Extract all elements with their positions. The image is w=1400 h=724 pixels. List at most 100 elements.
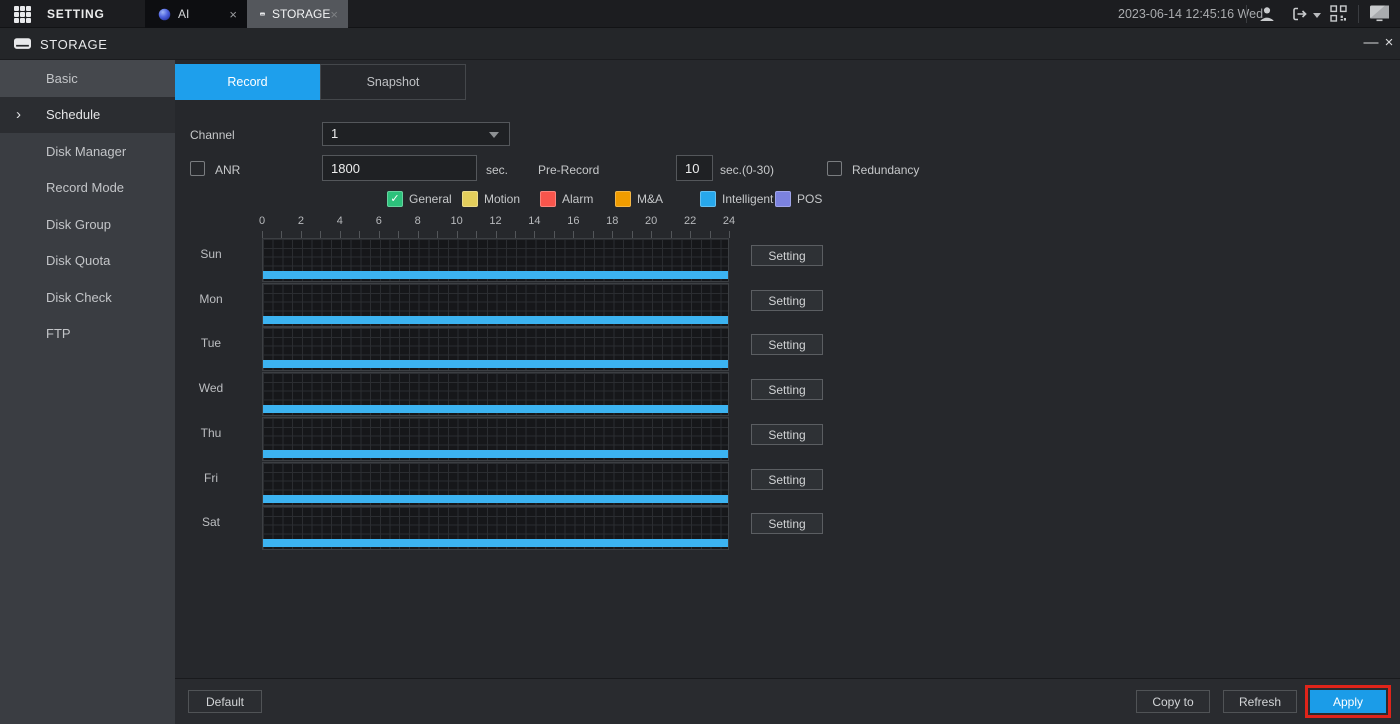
legend-item-intelligent[interactable]: Intelligent (700, 191, 773, 207)
close-button[interactable]: × (1380, 32, 1398, 54)
sidebar-item-ftp[interactable]: FTP (0, 316, 175, 353)
sidebar-item-schedule[interactable]: › Schedule (0, 96, 175, 133)
day-label-wed: Wed (198, 381, 224, 395)
tab-record[interactable]: Record (175, 64, 320, 100)
schedule-bar-intelligent[interactable] (263, 405, 728, 413)
copy-to-button[interactable]: Copy to (1136, 690, 1210, 713)
display-icon[interactable] (1369, 4, 1390, 23)
footer-bar: Default Copy to Refresh Apply (175, 678, 1400, 724)
timeline-grid-sat[interactable] (262, 506, 729, 550)
timeline-hours: 0 2 4 6 8 10 12 14 16 18 20 22 24 (258, 215, 735, 229)
legend-color-swatch[interactable] (540, 191, 556, 207)
sidebar-menu: Basic › Schedule Disk Manager Record Mode Dis… (0, 60, 175, 724)
legend-color-swatch[interactable] (462, 191, 478, 207)
legend-color-swatch[interactable] (775, 191, 791, 207)
setting-button-mon[interactable]: Setting (751, 290, 823, 311)
hour-label: 6 (375, 215, 382, 227)
hour-tick (378, 231, 380, 238)
legend-item-alarm[interactable]: Alarm (540, 191, 593, 207)
hour-label: 4 (336, 215, 343, 227)
hour-tick (651, 231, 653, 238)
setting-label: SETTING (47, 7, 105, 21)
redundancy-checkbox[interactable] (827, 161, 842, 176)
logout-icon[interactable] (1291, 5, 1309, 23)
sidebar-item-disk-quota[interactable]: Disk Quota (0, 243, 175, 280)
channel-label: Channel (190, 128, 235, 142)
anr-checkbox[interactable] (190, 161, 205, 176)
legend-item-general[interactable]: ✓ General (387, 191, 452, 207)
apply-button[interactable]: Apply (1310, 690, 1386, 713)
separator (1358, 5, 1359, 23)
legend-label: Motion (484, 192, 521, 206)
minimize-button[interactable]: — (1362, 32, 1380, 54)
sidebar-item-label: Schedule (46, 107, 101, 123)
sidebar-item-basic[interactable]: Basic (0, 60, 175, 97)
tab-storage-close-icon[interactable]: × (330, 7, 338, 22)
setting-button-sun[interactable]: Setting (751, 245, 823, 266)
setting-button-wed[interactable]: Setting (751, 379, 823, 400)
legend-item-motion[interactable]: Motion (462, 191, 520, 207)
separator (1246, 5, 1247, 23)
sidebar-item-label: Basic (46, 70, 78, 86)
sidebar-item-record-mode[interactable]: Record Mode (0, 170, 175, 207)
storage-tab-icon (260, 12, 265, 16)
sidebar-item-disk-manager[interactable]: Disk Manager (0, 133, 175, 170)
hour-tick (398, 231, 400, 238)
apply-highlight-annotation: Apply (1305, 685, 1391, 718)
channel-dropdown[interactable]: 1 (322, 122, 510, 146)
hour-label: 20 (645, 215, 658, 227)
tab-ai-close-icon[interactable]: × (229, 7, 237, 22)
anr-input[interactable] (322, 155, 477, 181)
legend-color-swatch[interactable] (615, 191, 631, 207)
timeline-grid-fri[interactable] (262, 462, 729, 506)
default-button[interactable]: Default (188, 690, 262, 713)
timeline-grid-wed[interactable] (262, 372, 729, 416)
schedule-bar-intelligent[interactable] (263, 539, 728, 547)
legend-color-swatch[interactable]: ✓ (387, 191, 403, 207)
hour-label: 0 (258, 215, 266, 227)
legend-item-manda[interactable]: M&A (615, 191, 663, 207)
hour-tick (437, 231, 439, 238)
legend-label: Alarm (562, 192, 594, 206)
hour-tick (514, 231, 516, 238)
setting-button-sat[interactable]: Setting (751, 513, 823, 534)
content-area: Record Snapshot Channel 1 ANR sec. Pre-R… (175, 60, 1400, 724)
schedule-bar-intelligent[interactable] (263, 450, 728, 458)
logout-caret-icon[interactable] (1313, 13, 1321, 18)
hour-tick (262, 231, 263, 238)
hour-tick (300, 231, 302, 238)
timeline-grid-sun[interactable] (262, 238, 729, 282)
hour-tick (495, 231, 497, 238)
tab-storage[interactable]: STORAGE × (247, 0, 348, 28)
legend-item-pos[interactable]: POS (775, 191, 822, 207)
tab-ai[interactable]: AI × (145, 0, 247, 28)
hour-tick (320, 231, 322, 238)
day-label-tue: Tue (200, 336, 222, 350)
timeline-ticks (262, 231, 730, 238)
timeline-grid-tue[interactable] (262, 327, 729, 371)
timeline-grid-thu[interactable] (262, 417, 729, 461)
pre-record-input[interactable] (676, 155, 713, 181)
setting-button-tue[interactable]: Setting (751, 334, 823, 355)
tab-snapshot[interactable]: Snapshot (320, 64, 466, 100)
setting-button-fri[interactable]: Setting (751, 469, 823, 490)
schedule-bar-intelligent[interactable] (263, 316, 728, 324)
setting-menu[interactable]: SETTING (0, 0, 145, 28)
qr-code-icon[interactable] (1330, 5, 1347, 22)
legend-color-swatch[interactable] (700, 191, 716, 207)
user-icon[interactable] (1258, 5, 1276, 23)
hour-label: 12 (489, 215, 502, 227)
hour-label: 24 (722, 215, 736, 227)
schedule-bar-intelligent[interactable] (263, 495, 728, 503)
schedule-bar-intelligent[interactable] (263, 360, 728, 368)
setting-button-thu[interactable]: Setting (751, 424, 823, 445)
schedule-bar-intelligent[interactable] (263, 271, 728, 279)
legend-label: M&A (637, 192, 664, 206)
sidebar-item-disk-group[interactable]: Disk Group (0, 206, 175, 243)
sidebar-item-disk-check[interactable]: Disk Check (0, 279, 175, 316)
refresh-button[interactable]: Refresh (1223, 690, 1297, 713)
timeline-grid-mon[interactable] (262, 283, 729, 327)
hour-tick (690, 231, 692, 238)
window-title: STORAGE (40, 37, 108, 52)
legend-label: General (409, 192, 452, 206)
